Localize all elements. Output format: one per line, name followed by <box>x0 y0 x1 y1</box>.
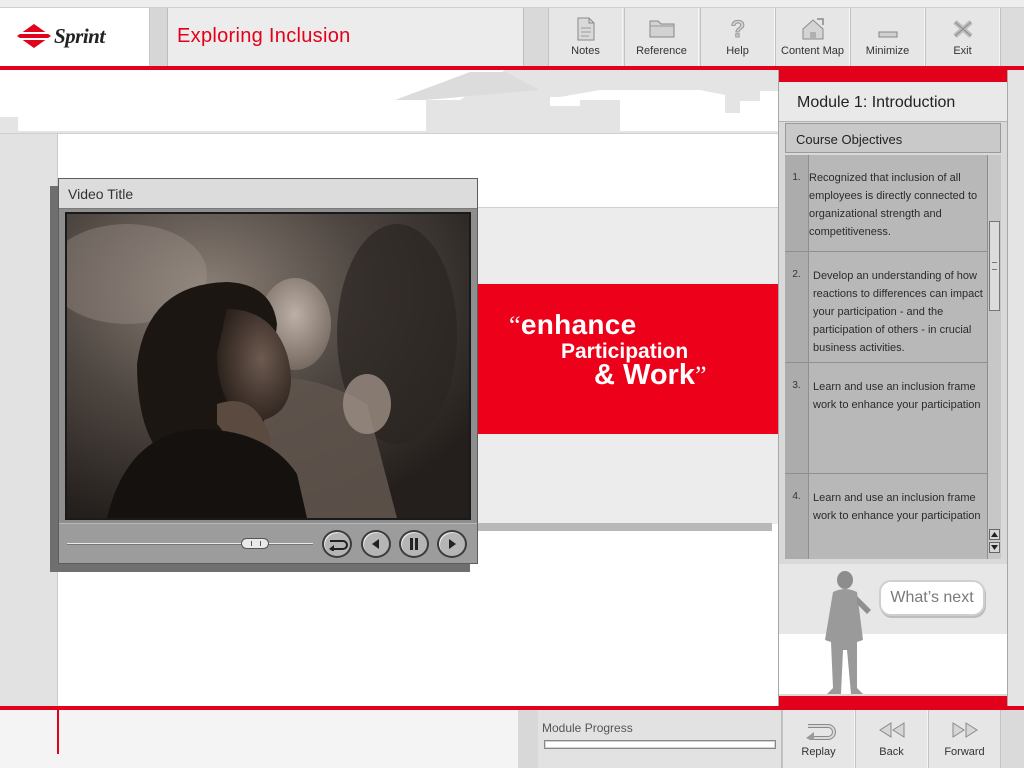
objectives-list: 1. Recognized that inclusion of all empl… <box>785 155 987 559</box>
quote-band-shadow <box>476 523 772 531</box>
objectives-scrollbar[interactable] <box>987 155 1001 559</box>
notes-button[interactable]: Notes <box>548 8 623 66</box>
video-play-button[interactable] <box>437 530 467 558</box>
video-rewind-button[interactable] <box>361 530 391 558</box>
help-icon: ? <box>701 16 774 42</box>
pause-icon <box>410 538 418 550</box>
presenter-silhouette-icon <box>825 571 871 694</box>
content-map-label: Content Map <box>781 45 844 57</box>
course-title-box: Exploring Inclusion <box>168 8 524 66</box>
quote-line-3: & Work” <box>594 359 707 391</box>
arrow-up-icon <box>991 532 998 537</box>
module-progress-bar <box>544 740 776 749</box>
sprint-diamond-icon <box>16 24 52 48</box>
exit-button[interactable]: Exit <box>925 8 1000 66</box>
replay-button[interactable]: Replay <box>782 710 854 768</box>
app-header: Sprint. Exploring Inclusion Notes Refere… <box>0 0 1024 66</box>
objectives-title: Course Objectives <box>796 132 903 147</box>
objective-item: 2. Develop an understanding of how react… <box>785 252 987 363</box>
right-edge-strip <box>1008 70 1024 706</box>
objective-text: Learn and use an inclusion frame work to… <box>813 381 981 411</box>
exit-label: Exit <box>953 45 972 57</box>
module-progress: Module Progress <box>538 710 782 768</box>
help-button[interactable]: ? Help <box>700 8 775 66</box>
objective-number: 2. <box>785 252 809 362</box>
quote-line-1: “enhance <box>509 309 637 340</box>
panel-red-cap <box>779 70 1007 82</box>
video-controls <box>59 523 477 563</box>
video-frame[interactable] <box>65 212 471 520</box>
content-map-button[interactable]: Content Map <box>775 8 850 66</box>
video-scrubber-thumb[interactable] <box>241 538 270 549</box>
objective-number: 4. <box>785 474 809 559</box>
replay-icon <box>783 722 854 740</box>
logo-text: Sprint. <box>54 24 107 48</box>
back-label: Back <box>879 746 904 758</box>
forward-label: Forward <box>944 746 985 758</box>
close-icon <box>926 16 999 42</box>
title-separator <box>150 8 168 66</box>
help-label: Help <box>726 45 749 57</box>
logo-area: Sprint. <box>0 8 150 66</box>
objective-number: 3. <box>785 363 809 473</box>
play-icon <box>449 539 456 549</box>
objective-number: 1. <box>785 155 809 251</box>
objective-item: 1. Recognized that inclusion of all empl… <box>785 155 987 252</box>
module-title-bar: Module 1: Introduction <box>779 82 1007 122</box>
forward-button[interactable]: Forward <box>928 710 1000 768</box>
reference-button[interactable]: Reference <box>624 8 699 66</box>
video-player: Video Title <box>58 178 478 564</box>
footer-right-cap <box>1000 710 1024 768</box>
replay-icon <box>329 540 348 551</box>
objectives-header: Course Objectives <box>785 123 1001 153</box>
header-right-cap <box>1000 8 1024 66</box>
video-title: Video Title <box>68 186 134 202</box>
quote-callout: “enhance Participation & Work” <box>476 284 778 434</box>
whats-next-button[interactable]: What’s next <box>879 580 985 616</box>
objective-text: Develop an understanding of how reaction… <box>813 270 983 354</box>
footer-red-tick <box>57 710 59 754</box>
whats-next-area: What’s next <box>779 564 1007 694</box>
svg-text:?: ? <box>730 16 745 42</box>
module-title: Module 1: Introduction <box>797 94 956 111</box>
arrow-down-icon <box>991 545 998 550</box>
app-footer: Module Progress Replay Back Forward <box>0 710 1024 768</box>
notes-label: Notes <box>571 45 600 57</box>
minimize-icon <box>851 16 924 42</box>
video-pause-button[interactable] <box>399 530 429 558</box>
toolbar-spacer <box>524 8 548 66</box>
module-panel: Module 1: Introduction Course Objectives… <box>778 70 1008 706</box>
folder-icon <box>625 16 698 42</box>
objective-item: 4. Learn and use an inclusion frame work… <box>785 474 987 559</box>
content-map-icon <box>776 16 849 42</box>
notes-icon <box>549 16 622 42</box>
video-replay-button[interactable] <box>322 530 352 558</box>
reference-label: Reference <box>636 45 687 57</box>
back-icon <box>856 722 927 738</box>
header-top-edge <box>0 0 1024 8</box>
video-titlebar: Video Title <box>59 179 477 209</box>
course-title: Exploring Inclusion <box>177 25 351 47</box>
back-button[interactable]: Back <box>855 710 927 768</box>
minimize-label: Minimize <box>865 45 910 57</box>
video-still-image <box>67 214 469 518</box>
objective-text: Recognized that inclusion of all employe… <box>809 172 978 238</box>
footer-spacer <box>518 710 538 768</box>
forward-icon <box>929 722 1000 738</box>
objectives-scroll-thumb[interactable] <box>989 221 1000 311</box>
video-scrubber-track[interactable] <box>67 543 313 545</box>
panel-red-foot <box>779 696 1007 706</box>
minimize-button[interactable]: Minimize <box>850 8 925 66</box>
module-progress-label: Module Progress <box>542 721 633 735</box>
decorative-skyline <box>0 70 780 134</box>
objective-item: 3. Learn and use an inclusion frame work… <box>785 363 987 474</box>
replay-label: Replay <box>801 746 836 758</box>
objective-text: Learn and use an inclusion frame work to… <box>813 492 981 522</box>
rewind-icon <box>372 539 379 549</box>
scroll-down-button[interactable] <box>989 542 1000 553</box>
scroll-up-button[interactable] <box>989 529 1000 540</box>
